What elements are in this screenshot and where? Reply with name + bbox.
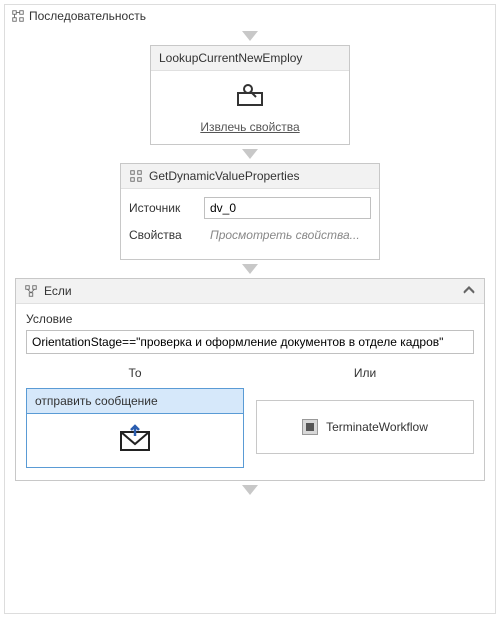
send-mail-icon — [117, 424, 153, 455]
if-title: Если — [44, 284, 72, 298]
collapse-icon[interactable] — [462, 284, 476, 298]
stop-icon — [302, 419, 318, 435]
terminate-workflow-activity[interactable]: TerminateWorkflow — [256, 400, 474, 454]
connector-2[interactable] — [5, 260, 495, 278]
if-icon — [24, 284, 38, 298]
if-activity[interactable]: Если Условие То отправить сообщение — [15, 278, 485, 481]
extract-properties-link[interactable]: Извлечь свойства — [200, 120, 299, 134]
get-dynamic-value-properties-activity[interactable]: GetDynamicValueProperties Источник Свойс… — [120, 163, 380, 260]
condition-input[interactable] — [26, 330, 474, 354]
send-message-activity[interactable]: отправить сообщение — [26, 388, 244, 468]
source-input[interactable] — [204, 197, 371, 219]
activity-icon — [129, 169, 143, 183]
connector-bottom[interactable] — [5, 481, 495, 499]
sequence-header: Последовательность — [5, 5, 495, 27]
then-label: То — [26, 362, 244, 388]
properties-label: Свойства — [129, 228, 197, 242]
get-dynamic-title: GetDynamicValueProperties — [149, 169, 300, 183]
query-icon — [232, 81, 268, 112]
sequence-title: Последовательность — [29, 9, 146, 23]
terminate-workflow-title: TerminateWorkflow — [326, 420, 428, 434]
connector-top[interactable] — [5, 27, 495, 45]
properties-placeholder[interactable]: Просмотреть свойства... — [205, 225, 371, 245]
lookup-activity[interactable]: LookupCurrentNewEmploy Извлечь свойства — [150, 45, 350, 145]
condition-label: Условие — [26, 312, 474, 326]
send-message-title: отправить сообщение — [27, 389, 243, 414]
sequence-icon — [11, 9, 25, 23]
source-label: Источник — [129, 201, 196, 215]
connector-1[interactable] — [5, 145, 495, 163]
else-label: Или — [256, 362, 474, 388]
sequence-container: Последовательность LookupCurrentNewEmplo… — [4, 4, 496, 614]
lookup-title: LookupCurrentNewEmploy — [151, 46, 349, 71]
